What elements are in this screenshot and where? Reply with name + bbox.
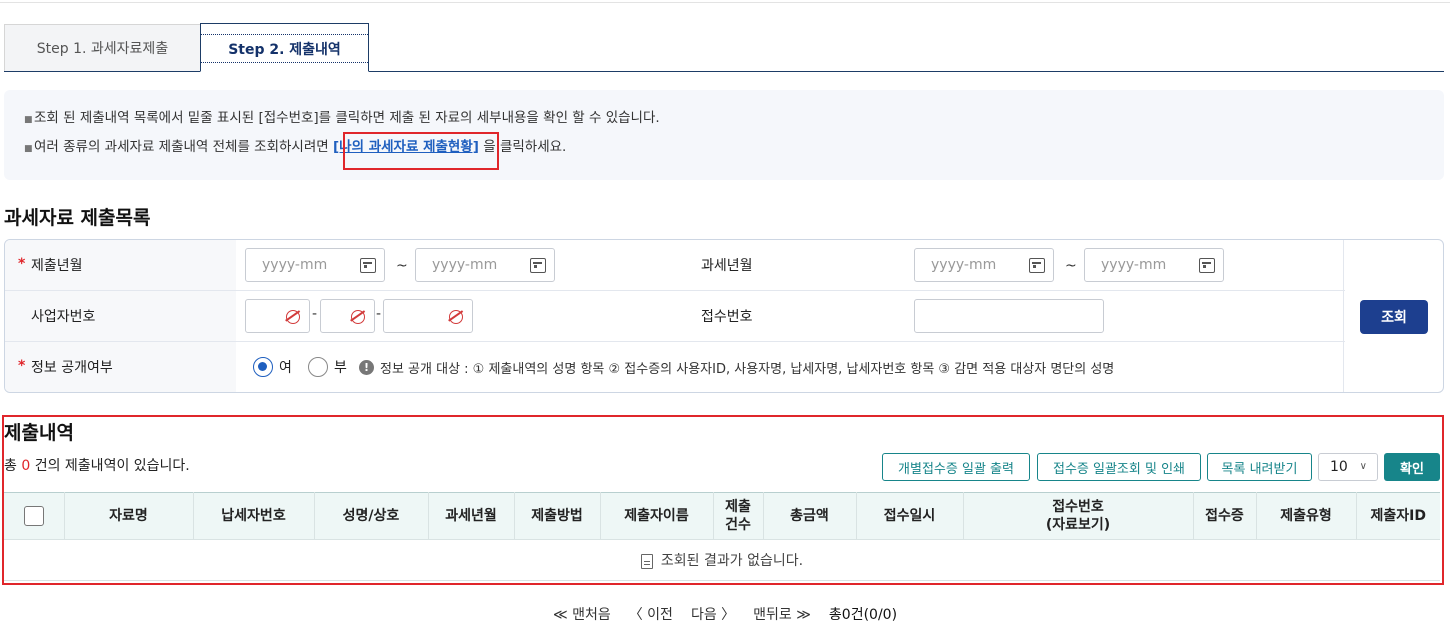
dash: - [312,306,318,322]
empty-message-cell: 조회된 결과가 없습니다. [4,539,1440,581]
submit-ym-from-input[interactable]: yyyy-mm [245,248,385,282]
info-exclamation-icon: ! [359,360,374,375]
info-box: ■ 조회 된 제출내역 목록에서 밑줄 표시된 [접수번호]를 클릭하면 제출 … [4,90,1444,180]
col-header: 제출유형 [1255,492,1357,540]
radio-disclose-yes[interactable]: 여 [253,357,292,377]
col-header: 과세년월 [427,492,515,540]
page-first-link[interactable]: ≪ 맨처음 [553,604,611,624]
radio-disclose-no[interactable]: 부 [308,357,347,377]
top-divider [0,2,1450,3]
info-text-2-prefix: 여러 종류의 과세자료 제출내역 전체를 조회하시려면 [34,139,333,155]
page-size-select[interactable]: 10 ∨ [1318,453,1378,481]
placeholder-text: yyyy-mm [262,257,328,273]
col-header: 성명/상호 [313,492,429,540]
col-header: 제출자이름 [599,492,714,540]
page-last-link[interactable]: 맨뒤로 ≫ [753,604,811,624]
radio-unselected-icon [308,357,328,377]
select-all-header [4,492,65,540]
chevron-down-icon: ∨ [1359,461,1367,472]
table-header-row: 자료명 납세자번호 성명/상호 과세년월 제출방법 제출자이름 제출 건수 총금… [4,492,1440,540]
tab-step2-label: Step 2. 제출내역 [201,34,368,63]
eye-hide-icon[interactable] [286,310,300,324]
result-table: 자료명 납세자번호 성명/상호 과세년월 제출방법 제출자이름 제출 건수 총금… [4,492,1440,581]
placeholder-text: yyyy-mm [931,257,997,273]
placeholder-text: yyyy-mm [432,257,498,273]
receipt-no-input[interactable] [914,299,1104,333]
col-header: 자료명 [63,492,194,540]
receipt-no-label: 접수번호 [701,309,753,325]
bullet-icon: ■ [24,144,33,154]
page-prev-link[interactable]: 〈 이전 [629,604,673,624]
calendar-icon[interactable] [360,258,376,273]
step-tabs: Step 1. 과세자료제출 Step 2. 제출내역 [4,23,1444,72]
document-icon [640,553,653,569]
submit-ym-label: 제출년월 [5,240,236,290]
search-button[interactable]: 조회 [1360,300,1428,334]
calendar-icon[interactable] [1029,258,1045,273]
placeholder-text: yyyy-mm [1101,257,1167,273]
col-header: 총금액 [762,492,857,540]
page-next-link[interactable]: 다음 〉 [691,604,735,624]
col-header: 접수번호 (자료보기) [962,492,1194,540]
biz-no-part1-input[interactable] [245,299,310,333]
radio-yes-label: 여 [279,360,292,376]
biz-no-label: 사업자번호 [5,291,236,341]
tax-ym-to-input[interactable]: yyyy-mm [1084,248,1224,282]
info-line-2: ■ 여러 종류의 과세자료 제출내역 전체를 조회하시려면 [나의 과세자료 제… [24,137,1424,166]
page-total: 총0건(0/0) [828,607,898,623]
select-all-checkbox[interactable] [23,506,44,526]
page-size-value: 10 [1330,459,1348,475]
col-header: 접수일시 [855,492,964,540]
tax-ym-from-input[interactable]: yyyy-mm [914,248,1054,282]
radio-selected-icon [253,357,273,377]
col-header: 제출방법 [513,492,601,540]
count-number: 0 [21,458,31,474]
disclosure-notice-text: 정보 공개 대상 : ① 제출내역의 성명 항목 ② 접수증의 사용자ID, 사… [380,362,1115,377]
submit-ym-to-input[interactable]: yyyy-mm [415,248,555,282]
tab-step1[interactable]: Step 1. 과세자료제출 [4,24,201,71]
col-header: 제출자ID [1355,492,1440,540]
search-button-column: 조회 [1343,240,1443,392]
calendar-icon[interactable] [530,258,546,273]
col-header: 제출 건수 [712,492,764,540]
table-row-empty: 조회된 결과가 없습니다. [4,539,1440,581]
bullet-icon: ■ [24,115,33,125]
count-suffix: 건의 제출내역이 있습니다. [30,458,190,474]
col-header: 납세자번호 [192,492,315,540]
range-tilde: ~ [396,258,408,274]
eye-hide-icon[interactable] [351,310,365,324]
disclosure-label: 정보 공개여부 [5,342,236,392]
empty-message: 조회된 결과가 없습니다. [660,553,804,569]
biz-no-part2-input[interactable] [320,299,375,333]
tax-ym-label: 과세년월 [701,258,753,274]
highlight-box-link [343,132,499,170]
pagination: ≪ 맨처음 〈 이전 다음 〉 맨뒤로 ≫ 총0건(0/0) [0,604,1450,624]
form-row-dates: 제출년월 yyyy-mm ~ yyyy-mm 과세년월 yyyy-mm ~ yy… [5,240,1345,291]
biz-no-part3-input[interactable] [383,299,473,333]
dash: - [376,306,382,322]
form-row-biz: 사업자번호 - - 접수번호 [5,291,1345,342]
info-line-1: ■ 조회 된 제출내역 목록에서 밑줄 표시된 [접수번호]를 클릭하면 제출 … [24,108,1424,137]
col-header: 접수증 [1192,492,1257,540]
result-count: 총 0 건의 제출내역이 있습니다. [4,455,190,475]
tab-step2[interactable]: Step 2. 제출내역 [200,23,369,72]
calendar-icon[interactable] [1199,258,1215,273]
search-form: 제출년월 yyyy-mm ~ yyyy-mm 과세년월 yyyy-mm ~ yy… [4,239,1444,393]
result-section-title: 제출내역 [4,422,74,444]
batch-print-button[interactable]: 개별접수증 일괄 출력 [882,453,1030,481]
range-tilde: ~ [1065,258,1077,274]
disclosure-notice: ! 정보 공개 대상 : ① 제출내역의 성명 항목 ② 접수증의 사용자ID,… [359,358,1114,377]
radio-no-label: 부 [334,360,347,376]
info-text-1: 조회 된 제출내역 목록에서 밑줄 표시된 [접수번호]를 클릭하면 제출 된 … [34,110,660,126]
eye-hide-icon[interactable] [449,310,463,324]
confirm-button[interactable]: 확인 [1384,453,1440,481]
download-list-button[interactable]: 목록 내려받기 [1207,453,1312,481]
form-row-disclosure: 정보 공개여부 여 부 ! 정보 공개 대상 : ① 제출내역의 성명 항목 ②… [5,342,1345,392]
batch-view-print-button[interactable]: 접수증 일괄조회 및 인쇄 [1037,453,1201,481]
list-section-title: 과세자료 제출목록 [4,207,151,229]
count-prefix: 총 [4,458,22,474]
